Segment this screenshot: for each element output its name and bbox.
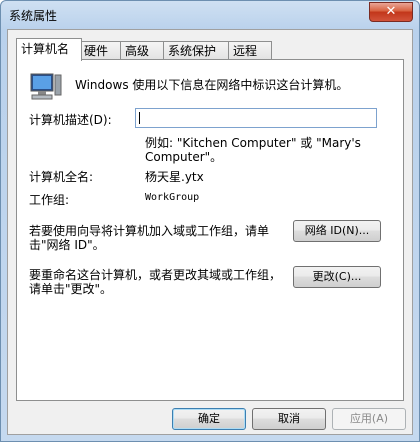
description-label: 计算机描述(D): <box>29 113 112 127</box>
ok-button[interactable]: 确定 <box>172 408 246 430</box>
tab-remote[interactable]: 远程 <box>228 41 272 60</box>
computer-name-panel: Windows 使用以下信息在网络中标识这台计算机。 计算机描述(D): 例如:… <box>16 59 404 401</box>
tab-computer-name[interactable]: 计算机名 <box>16 38 82 61</box>
change-button[interactable]: 更改(C)... <box>293 266 381 288</box>
title-bar[interactable]: 系统属性 ✕ <box>1 1 419 27</box>
example-text-line2: Computer"。 <box>145 150 223 164</box>
computer-description-input[interactable] <box>135 108 377 128</box>
cancel-button[interactable]: 取消 <box>252 408 326 430</box>
network-id-button[interactable]: 网络 ID(N)... <box>293 220 381 242</box>
close-button[interactable]: ✕ <box>369 2 413 22</box>
workgroup-label: 工作组: <box>29 193 70 207</box>
window-title: 系统属性 <box>9 9 58 23</box>
text-caret <box>139 112 140 124</box>
full-name-label: 计算机全名: <box>29 170 94 184</box>
computer-icon <box>30 73 62 100</box>
full-name-value: 杨天星.ytx <box>145 170 204 184</box>
tab-advanced[interactable]: 高级 <box>120 41 164 60</box>
apply-button[interactable]: 应用(A) <box>332 408 406 430</box>
close-icon: ✕ <box>385 4 397 19</box>
workgroup-value: WorkGroup <box>145 192 200 203</box>
rename-instructions-line2: 请单击"更改"。 <box>29 282 113 296</box>
tab-system-protection[interactable]: 系统保护 <box>163 41 229 60</box>
tab-hardware[interactable]: 硬件 <box>79 41 121 60</box>
dialog-client-area: 计算机名 硬件 高级 系统保护 远程 Windows 使用以下信息在网络中标识这… <box>7 29 413 435</box>
join-instructions-line2: 击"网络 ID"。 <box>29 238 105 252</box>
intro-text: Windows 使用以下信息在网络中标识这台计算机。 <box>75 78 349 92</box>
system-properties-window: 系统属性 ✕ 计算机名 硬件 高级 系统保护 远程 Windows 使用以下信息… <box>0 0 420 442</box>
